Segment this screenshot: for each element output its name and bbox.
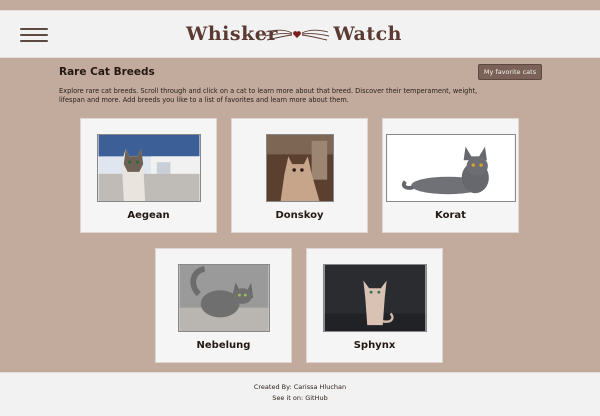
breed-card-sphynx[interactable]: Sphynx bbox=[306, 248, 443, 363]
intro-text: Explore rare cat breeds. Scroll through … bbox=[59, 87, 478, 104]
sphynx-cat-photo bbox=[322, 264, 427, 332]
footer-see-it-label: See it on: bbox=[272, 394, 306, 402]
breed-card-nebelung[interactable]: Nebelung bbox=[155, 248, 292, 363]
breed-card-aegean[interactable]: Aegean bbox=[80, 118, 217, 233]
site-logo[interactable]: Whisker Watch bbox=[186, 21, 402, 51]
nebelung-cat-photo bbox=[177, 264, 270, 332]
breed-name-aegean: Aegean bbox=[127, 210, 170, 221]
donskoy-cat-photo bbox=[265, 134, 334, 202]
site-header: Whisker Watch bbox=[0, 10, 600, 58]
footer-github-line: See it on: GitHub bbox=[0, 394, 600, 402]
github-link[interactable]: GitHub bbox=[305, 394, 328, 402]
logo-word-right: Watch bbox=[333, 23, 402, 45]
breed-name-nebelung: Nebelung bbox=[196, 340, 251, 351]
hamburger-menu-icon[interactable] bbox=[20, 27, 48, 44]
aegean-cat-photo bbox=[96, 134, 201, 202]
breed-name-donskoy: Donskoy bbox=[275, 210, 324, 221]
breed-name-sphynx: Sphynx bbox=[353, 340, 396, 351]
whiskers-heart-icon bbox=[264, 29, 330, 41]
site-footer: Created By: Carissa Hluchan See it on: G… bbox=[0, 372, 600, 416]
breed-card-donskoy[interactable]: Donskoy bbox=[231, 118, 368, 233]
korat-cat-photo bbox=[385, 134, 516, 202]
footer-credit: Created By: Carissa Hluchan bbox=[253, 383, 347, 391]
breed-card-korat[interactable]: Korat bbox=[382, 118, 519, 233]
breed-name-korat: Korat bbox=[435, 210, 466, 221]
my-favorite-cats-button[interactable]: My favorite cats bbox=[478, 64, 542, 80]
page-title: Rare Cat Breeds bbox=[59, 66, 155, 78]
